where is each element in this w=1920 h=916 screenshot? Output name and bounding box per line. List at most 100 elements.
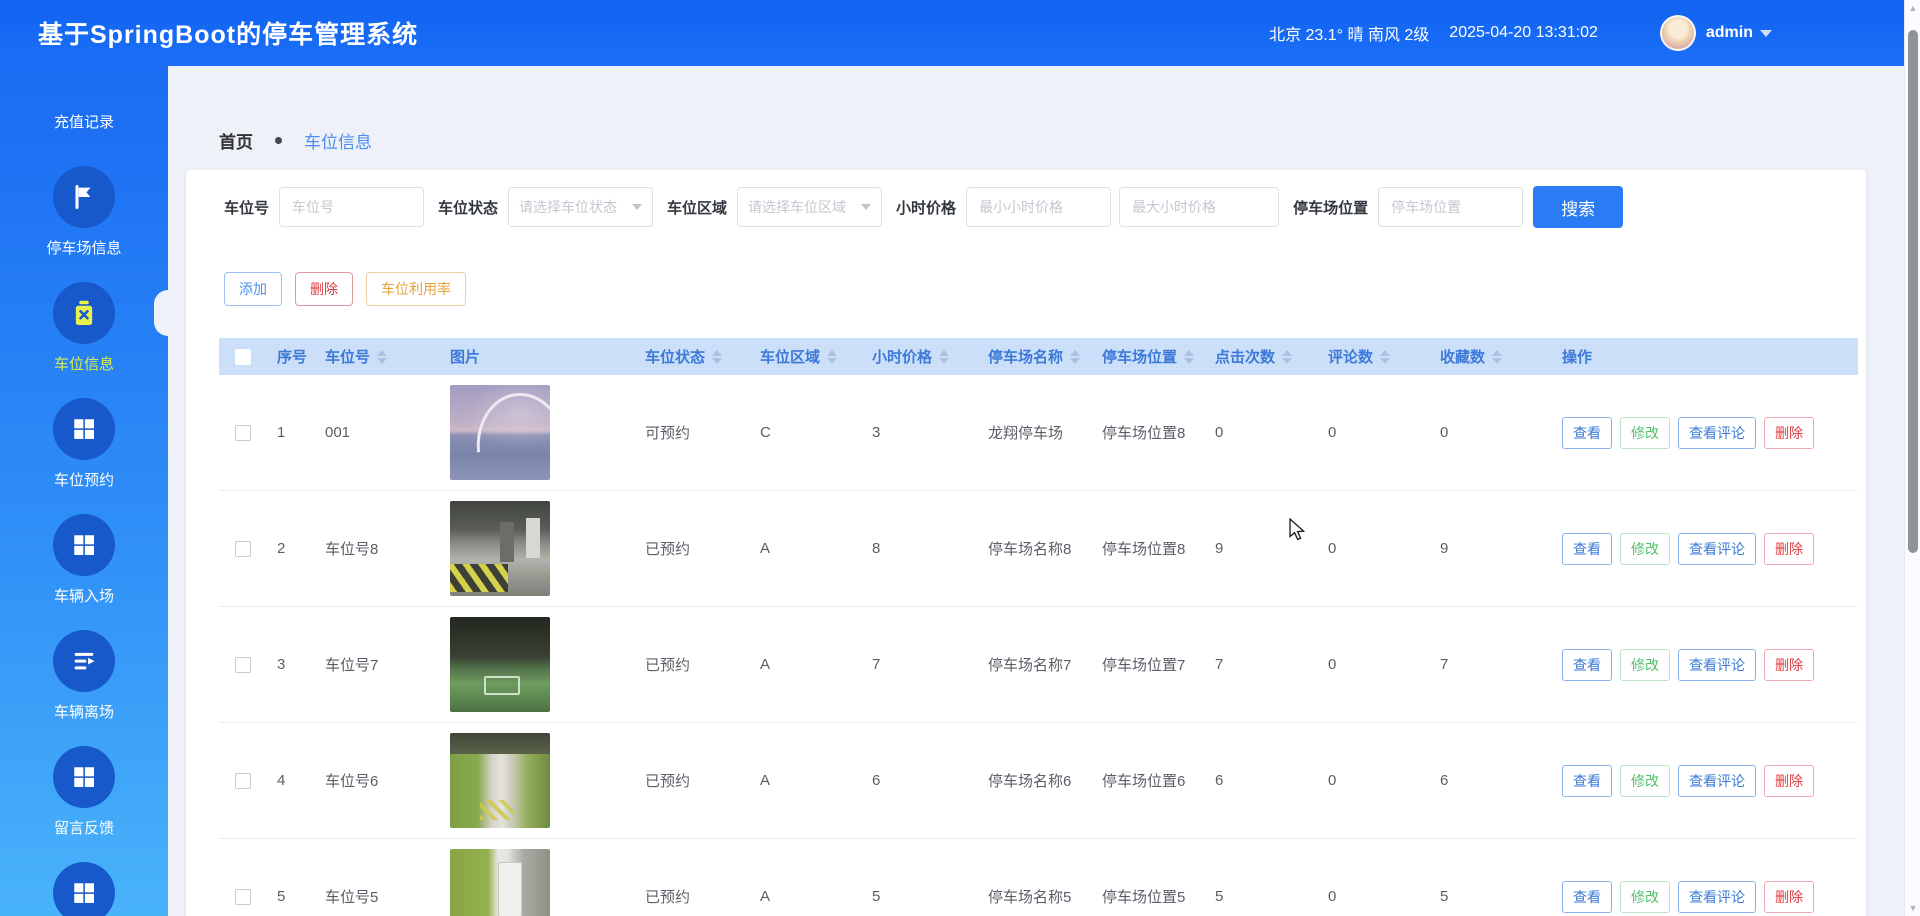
sort-carets-icon[interactable] [939, 350, 949, 364]
comment-row-button[interactable]: 查看评论 [1678, 881, 1756, 913]
edit-row-button[interactable]: 修改 [1620, 533, 1670, 565]
sort-carets-icon[interactable] [377, 350, 387, 364]
price-min-input[interactable] [966, 187, 1111, 227]
parking-lot-name: 停车场名称6 [978, 770, 1092, 791]
sidebar-item-label: 充值记录 [54, 111, 114, 132]
column-header[interactable]: 车位区域 [750, 346, 862, 367]
click-count: 7 [1205, 656, 1318, 673]
scroll-up-icon[interactable]: ▲ [1905, 3, 1920, 13]
location-input[interactable] [1378, 187, 1523, 227]
area-select[interactable]: 请选择车位区域 [737, 187, 882, 227]
sidebar-item[interactable]: 车辆入场 [0, 514, 168, 606]
price-label: 小时价格 [896, 197, 956, 218]
delete-row-button[interactable]: 删除 [1764, 533, 1814, 565]
parking-lot-location: 停车场位置6 [1092, 770, 1205, 791]
parking-spot-photo [450, 733, 550, 828]
hourly-price: 7 [862, 656, 978, 673]
status-label: 车位状态 [438, 197, 498, 218]
table-row: 3车位号7已预约A7停车场名称7停车场位置7707查看修改查看评论删除 [219, 607, 1858, 723]
price-max-input[interactable] [1119, 187, 1279, 227]
delete-row-button[interactable]: 删除 [1764, 881, 1814, 913]
sidebar-item[interactable]: 车位预约 [0, 398, 168, 490]
spot-status: 已预约 [635, 538, 750, 559]
comment-row-button[interactable]: 查看评论 [1678, 649, 1756, 681]
view-row-button[interactable]: 查看 [1562, 881, 1612, 913]
column-header[interactable]: 小时价格 [862, 346, 978, 367]
comment-row-button[interactable]: 查看评论 [1678, 765, 1756, 797]
edit-row-button[interactable]: 修改 [1620, 881, 1670, 913]
sidebar-item[interactable]: 车位信息 [0, 282, 168, 374]
parking-lot-name: 停车场名称8 [978, 538, 1092, 559]
username[interactable]: admin [1706, 24, 1753, 42]
hourly-price: 6 [862, 772, 978, 789]
scroll-down-icon[interactable]: ▼ [1905, 903, 1920, 913]
table-body: 1001可预约C3龙翔停车场停车场位置8000查看修改查看评论删除2车位号8已预… [219, 375, 1858, 916]
table-header-row: 序号车位号图片车位状态车位区域小时价格停车场名称停车场位置点击次数评论数收藏数操… [219, 338, 1858, 375]
add-button[interactable]: 添加 [224, 272, 282, 306]
spot-status: 已预约 [635, 654, 750, 675]
weather-text: 北京 23.1° 晴 南风 2级 [1269, 21, 1429, 45]
status-select[interactable]: 请选择车位状态 [508, 187, 653, 227]
vertical-scrollbar[interactable]: ▲ ▼ [1904, 0, 1920, 916]
edit-row-button[interactable]: 修改 [1620, 765, 1670, 797]
sort-carets-icon[interactable] [827, 350, 837, 364]
sidebar-item[interactable] [0, 862, 168, 916]
sort-carets-icon[interactable] [1282, 350, 1292, 364]
utilization-button[interactable]: 车位利用率 [366, 272, 466, 306]
row-checkbox[interactable] [235, 889, 251, 905]
chevron-down-icon [632, 204, 642, 210]
sort-carets-icon[interactable] [1070, 350, 1080, 364]
location-label: 停车场位置 [1293, 197, 1368, 218]
view-row-button[interactable]: 查看 [1562, 649, 1612, 681]
sort-carets-icon[interactable] [1380, 350, 1390, 364]
select-all-checkbox[interactable] [235, 349, 251, 365]
main-content: 首页 车位信息 车位号 车位状态 请选择车位状态 车位区域 请选择车位区域 小时… [168, 66, 1904, 916]
toolbar: 添加 删除 车位利用率 [224, 272, 1866, 306]
comment-row-button[interactable]: 查看评论 [1678, 533, 1756, 565]
search-button[interactable]: 搜索 [1533, 186, 1623, 228]
delete-row-button[interactable]: 删除 [1764, 649, 1814, 681]
sort-carets-icon[interactable] [712, 350, 722, 364]
hourly-price: 8 [862, 540, 978, 557]
column-header: 图片 [440, 346, 635, 367]
sidebar-item[interactable]: 充值记录 [0, 102, 168, 132]
column-header[interactable]: 点击次数 [1205, 346, 1318, 367]
view-row-button[interactable]: 查看 [1562, 417, 1612, 449]
column-header[interactable]: 停车场名称 [978, 346, 1092, 367]
sidebar-item[interactable]: 停车场信息 [0, 166, 168, 258]
grid-icon [53, 398, 115, 460]
view-row-button[interactable]: 查看 [1562, 533, 1612, 565]
breadcrumb: 首页 车位信息 [219, 128, 372, 153]
column-header[interactable]: 车位状态 [635, 346, 750, 367]
delete-row-button[interactable]: 删除 [1764, 417, 1814, 449]
sort-carets-icon[interactable] [1492, 350, 1502, 364]
row-checkbox[interactable] [235, 541, 251, 557]
column-header[interactable]: 评论数 [1318, 346, 1430, 367]
row-index: 3 [267, 656, 315, 673]
row-checkbox[interactable] [235, 425, 251, 441]
delete-row-button[interactable]: 删除 [1764, 765, 1814, 797]
sidebar-item[interactable]: 留言反馈 [0, 746, 168, 838]
spot-no-input[interactable] [279, 187, 424, 227]
edit-row-button[interactable]: 修改 [1620, 649, 1670, 681]
user-avatar[interactable] [1660, 15, 1696, 51]
edit-row-button[interactable]: 修改 [1620, 417, 1670, 449]
favorite-count: 6 [1430, 772, 1552, 789]
chevron-down-icon[interactable] [1760, 30, 1772, 37]
column-header[interactable]: 停车场位置 [1092, 346, 1205, 367]
row-checkbox[interactable] [235, 657, 251, 673]
column-header[interactable]: 收藏数 [1430, 346, 1552, 367]
comment-row-button[interactable]: 查看评论 [1678, 417, 1756, 449]
delete-button[interactable]: 删除 [295, 272, 353, 306]
row-checkbox[interactable] [235, 773, 251, 789]
view-row-button[interactable]: 查看 [1562, 765, 1612, 797]
breadcrumb-home[interactable]: 首页 [219, 128, 253, 153]
sort-carets-icon[interactable] [1184, 350, 1194, 364]
sidebar-item[interactable]: 车辆离场 [0, 630, 168, 722]
column-header[interactable]: 车位号 [315, 346, 440, 367]
parking-spot-photo [450, 849, 550, 916]
parking-lot-name: 龙翔停车场 [978, 422, 1092, 443]
breadcrumb-current[interactable]: 车位信息 [304, 128, 372, 153]
filter-bar: 车位号 车位状态 请选择车位状态 车位区域 请选择车位区域 小时价格 停车场位置… [224, 186, 1866, 228]
scrollbar-thumb[interactable] [1908, 30, 1918, 553]
